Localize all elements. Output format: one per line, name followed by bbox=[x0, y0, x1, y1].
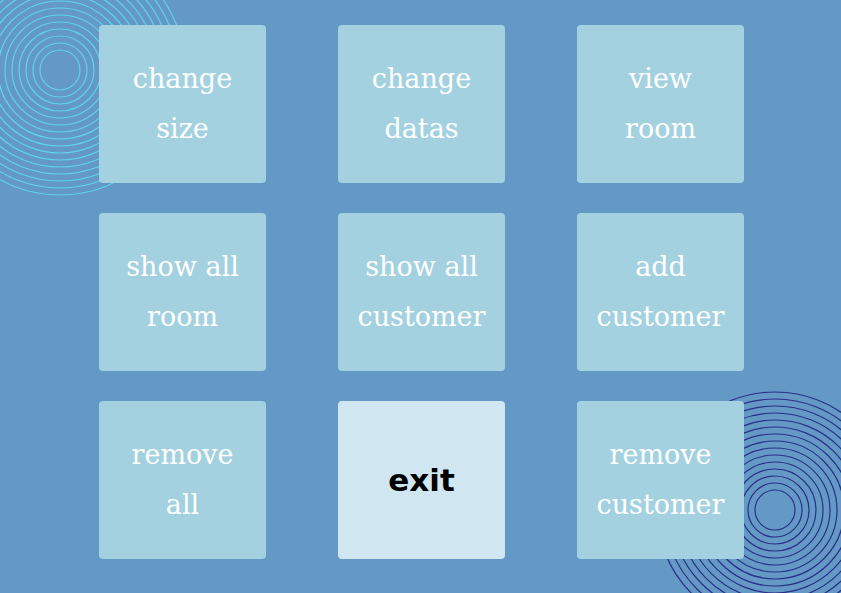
menu-button[interactable]: removecustomer bbox=[577, 401, 744, 559]
button-label: room bbox=[625, 104, 696, 154]
menu-button[interactable]: changesize bbox=[99, 25, 266, 183]
button-label: all bbox=[166, 480, 199, 530]
menu-button[interactable]: show allroom bbox=[99, 213, 266, 371]
button-label: show all bbox=[126, 242, 239, 292]
menu-button[interactable]: exit bbox=[338, 401, 505, 559]
button-label: remove bbox=[132, 430, 234, 480]
button-label: customer bbox=[358, 292, 486, 342]
button-label: room bbox=[147, 292, 218, 342]
button-label: datas bbox=[384, 104, 458, 154]
button-label: exit bbox=[388, 455, 454, 505]
button-label: show all bbox=[365, 242, 478, 292]
button-label: size bbox=[156, 104, 209, 154]
button-label: customer bbox=[597, 480, 725, 530]
button-label: change bbox=[372, 54, 471, 104]
button-label: remove bbox=[610, 430, 712, 480]
button-label: customer bbox=[597, 292, 725, 342]
menu-button[interactable]: viewroom bbox=[577, 25, 744, 183]
menu-grid: changesizechangedatasviewroomshow allroo… bbox=[0, 0, 841, 559]
button-label: view bbox=[629, 54, 692, 104]
button-label: add bbox=[635, 242, 686, 292]
button-label: change bbox=[133, 54, 232, 104]
menu-button[interactable]: changedatas bbox=[338, 25, 505, 183]
menu-button[interactable]: show allcustomer bbox=[338, 213, 505, 371]
menu-button[interactable]: removeall bbox=[99, 401, 266, 559]
menu-button[interactable]: addcustomer bbox=[577, 213, 744, 371]
